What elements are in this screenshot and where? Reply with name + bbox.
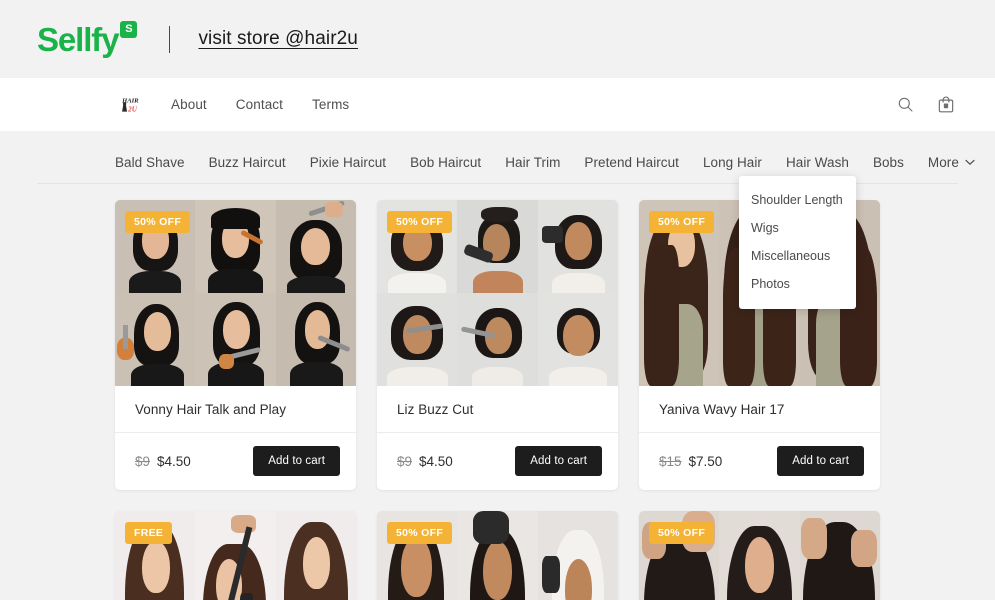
category-hair-wash[interactable]: Hair Wash	[786, 155, 849, 170]
category-more-label: More	[927, 155, 959, 170]
nav-link-about[interactable]: About	[171, 97, 207, 112]
photo-tile	[115, 293, 196, 386]
product-title: Yaniva Wavy Hair 17	[659, 402, 785, 417]
category-more-button[interactable]: More	[928, 155, 975, 170]
product-image[interactable]: 50% OFF	[377, 511, 618, 600]
dropdown-item-photos[interactable]: Photos	[739, 270, 856, 298]
store-nav-bar: HAIR 2U About Contact Terms	[0, 78, 995, 131]
category-pixie-haircut[interactable]: Pixie Haircut	[310, 155, 386, 170]
photo-tile	[275, 200, 356, 293]
search-icon[interactable]	[897, 96, 914, 113]
nav-link-terms[interactable]: Terms	[312, 97, 349, 112]
product-card[interactable]: 50% OFF	[639, 511, 880, 600]
add-to-cart-button[interactable]: Add to cart	[253, 446, 340, 476]
product-card[interactable]: 50% OFF	[377, 511, 618, 600]
photo-tile	[195, 200, 276, 293]
product-footer: $9 $4.50 Add to cart	[377, 433, 618, 490]
category-long-hair[interactable]: Long Hair	[703, 155, 762, 170]
sellfy-logo-badge: S	[120, 20, 138, 38]
product-title: Vonny Hair Talk and Play	[135, 402, 287, 417]
dropdown-item-miscellaneous[interactable]: Miscellaneous	[739, 242, 856, 270]
price-discounted: $4.50	[419, 453, 453, 469]
hair2u-logo[interactable]: HAIR 2U	[121, 94, 143, 116]
price-group: $15 $7.50	[659, 454, 722, 469]
product-image[interactable]: 50% OFF	[377, 200, 618, 386]
add-to-cart-button[interactable]: Add to cart	[515, 446, 602, 476]
category-bobs[interactable]: Bobs	[873, 155, 904, 170]
category-more-dropdown: Shoulder Length Wigs Miscellaneous Photo…	[739, 176, 856, 309]
price-discounted: $4.50	[157, 453, 191, 469]
product-image[interactable]: FREE	[115, 511, 356, 600]
product-card[interactable]: FREE	[115, 511, 356, 600]
photo-tile	[457, 293, 538, 386]
discount-badge: 50% OFF	[387, 522, 453, 544]
nav-icon-group	[897, 96, 955, 114]
price-group: $9 $4.50	[135, 454, 191, 469]
discount-badge: FREE	[125, 522, 173, 544]
top-bar-divider	[169, 25, 171, 53]
category-hair-trim[interactable]: Hair Trim	[505, 155, 560, 170]
product-title-row: Yaniva Wavy Hair 17	[639, 386, 880, 433]
product-title-row: Liz Buzz Cut	[377, 386, 618, 433]
product-card[interactable]: 50% OFF	[377, 200, 618, 490]
photo-tile	[195, 293, 276, 386]
category-bald-shave[interactable]: Bald Shave	[115, 155, 185, 170]
price-discounted: $7.50	[688, 453, 723, 469]
photo-tile	[275, 511, 356, 600]
photo-tile	[537, 293, 618, 386]
catalog-section: Bald Shave Buzz Haircut Pixie Haircut Bo…	[0, 131, 995, 600]
sellfy-logo[interactable]: Sellfy S	[37, 20, 138, 58]
discount-badge: 50% OFF	[125, 211, 191, 233]
category-bob-haircut[interactable]: Bob Haircut	[410, 155, 481, 170]
discount-badge: 50% OFF	[649, 211, 715, 233]
product-card[interactable]: 50% OFF	[115, 200, 356, 490]
photo-tile	[275, 293, 356, 386]
product-image[interactable]: 50% OFF	[639, 511, 880, 600]
photo-tile	[799, 511, 880, 600]
category-buzz-haircut[interactable]: Buzz Haircut	[209, 155, 286, 170]
dropdown-item-shoulder-length[interactable]: Shoulder Length	[739, 186, 856, 214]
photo-tile	[377, 293, 458, 386]
product-title-row: Vonny Hair Talk and Play	[115, 386, 356, 433]
store-nav-links: About Contact Terms	[171, 97, 349, 112]
price-group: $9 $4.50	[397, 454, 453, 469]
sellfy-logo-text: Sellfy	[37, 20, 120, 58]
photo-tile	[195, 511, 276, 600]
sellfy-top-bar: Sellfy S visit store @hair2u	[0, 0, 995, 78]
category-pretend-haircut[interactable]: Pretend Haircut	[584, 155, 679, 170]
photo-tile	[457, 200, 538, 293]
chevron-down-icon	[965, 159, 975, 166]
visit-store-link[interactable]: visit store @hair2u	[198, 28, 358, 50]
product-title: Liz Buzz Cut	[397, 402, 474, 417]
discount-badge: 50% OFF	[387, 211, 453, 233]
photo-tile	[537, 200, 618, 293]
photo-tile	[537, 511, 618, 600]
dropdown-item-wigs[interactable]: Wigs	[739, 214, 856, 242]
svg-text:2U: 2U	[127, 105, 138, 113]
cart-icon[interactable]	[937, 96, 955, 114]
photo-tile	[719, 511, 800, 600]
price-original: $9	[397, 453, 413, 469]
photo-tile	[457, 511, 538, 600]
price-original: $15	[659, 453, 682, 469]
product-footer: $15 $7.50 Add to cart	[639, 433, 880, 490]
discount-badge: 50% OFF	[649, 522, 715, 544]
product-image[interactable]: 50% OFF	[115, 200, 356, 386]
product-footer: $9 $4.50 Add to cart	[115, 433, 356, 490]
nav-link-contact[interactable]: Contact	[236, 97, 283, 112]
add-to-cart-button[interactable]: Add to cart	[777, 446, 864, 476]
price-original: $9	[135, 453, 151, 469]
